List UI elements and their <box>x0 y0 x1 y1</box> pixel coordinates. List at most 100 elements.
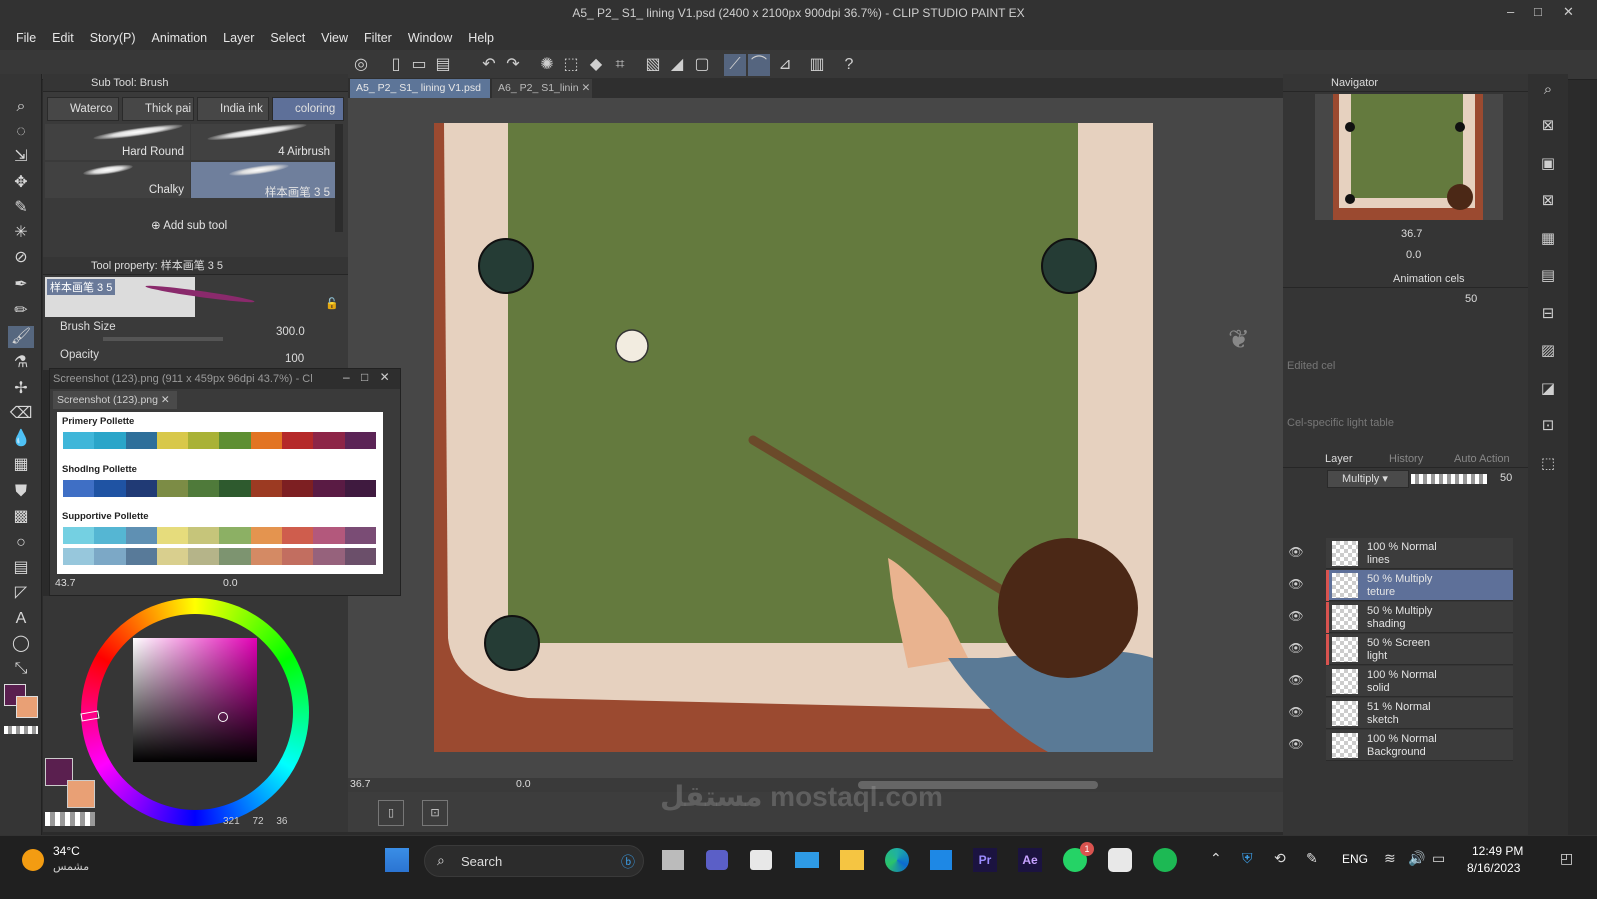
palette-image[interactable]: Primery Pollette Shodlng Pollette Suppor… <box>57 412 383 574</box>
correct-line-icon[interactable]: ⤡ <box>8 658 34 680</box>
after-effects-icon[interactable]: Ae <box>1018 848 1042 872</box>
horizontal-scrollbar[interactable] <box>858 781 1098 789</box>
palette-swatch[interactable] <box>156 548 189 565</box>
palette-swatch[interactable] <box>313 432 345 449</box>
visibility-eye-icon[interactable]: 👁 <box>1287 673 1305 691</box>
preview-toggle-icon[interactable]: ⊡ <box>422 800 448 826</box>
sub-view-minimize-icon[interactable]: – <box>343 370 350 384</box>
edge-icon[interactable] <box>885 848 909 872</box>
material-icon[interactable]: ▣ <box>1536 152 1560 176</box>
palette-row[interactable] <box>63 480 376 497</box>
text-icon[interactable]: A <box>8 608 34 630</box>
tab-auto-action[interactable]: Auto Action <box>1454 450 1510 468</box>
palette-swatch[interactable] <box>219 527 251 544</box>
move-lasso-icon[interactable]: ◌ <box>8 121 34 143</box>
palette-row[interactable] <box>63 527 376 544</box>
sub-view-angle[interactable]: 0.0 <box>223 577 238 589</box>
palette-swatch[interactable] <box>94 548 126 565</box>
sub-view-maximize-icon[interactable]: □ <box>361 370 368 384</box>
palette-swatch[interactable] <box>219 432 251 449</box>
canvas-angle-value[interactable]: 0.0 <box>516 778 531 790</box>
snap-ruler-icon[interactable]: ⟋ <box>724 54 746 76</box>
tab-watercolor[interactable]: Waterco <box>47 97 119 121</box>
approximate-color-icon[interactable]: ⊡ <box>1536 414 1560 438</box>
blend-mode-select[interactable]: Multiply ▾ <box>1327 470 1409 488</box>
canvas-zoom-value[interactable]: 36.7 <box>350 778 370 790</box>
layer-property-icon[interactable]: ⊠ <box>1536 189 1560 213</box>
opacity-value[interactable]: 100 <box>285 353 304 365</box>
lock-icon[interactable]: 🔓 <box>325 297 339 310</box>
selection-fill-icon[interactable]: ◢ <box>666 54 688 76</box>
saturation-value-square[interactable] <box>133 638 257 762</box>
palette-swatch[interactable] <box>188 432 220 449</box>
open-file-icon[interactable]: ▭ <box>408 54 430 76</box>
snap-grid-icon[interactable]: ⊿ <box>774 54 796 76</box>
gradient-icon[interactable]: ▩ <box>8 506 34 528</box>
task-view-icon[interactable] <box>662 850 684 870</box>
item-bank-icon[interactable]: ⬚ <box>1536 452 1560 476</box>
visibility-eye-icon[interactable]: 👁 <box>1287 577 1305 595</box>
visibility-eye-icon[interactable]: 👁 <box>1287 545 1305 563</box>
wifi-icon[interactable]: ≋ <box>1384 850 1396 867</box>
eraser-icon[interactable]: ⌫ <box>8 403 34 425</box>
airbrush-icon[interactable]: ⚗ <box>8 352 34 374</box>
tray-security-icon[interactable]: ⛨ <box>1242 850 1253 867</box>
menu-file[interactable]: File <box>8 31 44 45</box>
palette-swatch[interactable] <box>250 548 283 565</box>
palette-swatch[interactable] <box>313 548 345 565</box>
palette-swatch[interactable] <box>188 480 220 497</box>
navigator-angle[interactable]: 0.0 <box>1406 249 1421 261</box>
hide-selection-icon[interactable]: ▧ <box>642 54 664 76</box>
layer-row[interactable]: 100 % Normal solid <box>1326 666 1513 697</box>
layer-row[interactable]: 50 % Multiply teture <box>1326 570 1513 601</box>
visibility-eye-icon[interactable]: 👁 <box>1287 737 1305 755</box>
new-file-icon[interactable]: ▯ <box>385 54 407 76</box>
palette-swatch[interactable] <box>219 480 251 497</box>
intermediate-color-icon[interactable]: ◪ <box>1536 377 1560 401</box>
store-icon[interactable] <box>750 850 772 870</box>
palette-swatch[interactable] <box>282 432 314 449</box>
palette-swatch[interactable] <box>344 527 376 544</box>
palette-swatch[interactable] <box>313 480 345 497</box>
layer-row[interactable]: 100 % Normal Background <box>1326 730 1513 761</box>
selection-border-icon[interactable]: ▢ <box>691 54 713 76</box>
menu-layer[interactable]: Layer <box>215 31 262 45</box>
transparent-large[interactable] <box>45 812 95 826</box>
add-sub-tool-button[interactable]: ⊕ Add sub tool <box>151 218 227 232</box>
minimize-button[interactable]: – <box>1507 4 1514 19</box>
sub-color-swatch[interactable] <box>16 696 38 718</box>
tab-thick-paint[interactable]: Thick pai <box>122 97 194 121</box>
move-layer-icon[interactable]: ✥ <box>8 172 34 194</box>
palette-swatch[interactable] <box>94 480 126 497</box>
menu-animation[interactable]: Animation <box>144 31 216 45</box>
color-set-icon[interactable]: ▨ <box>1536 339 1560 363</box>
fill-bucket-icon[interactable]: ⛊ <box>8 481 34 503</box>
balloon-icon[interactable]: ◯ <box>8 633 34 655</box>
menu-edit[interactable]: Edit <box>44 31 82 45</box>
pencil-icon[interactable]: ✏ <box>8 300 34 322</box>
tab-layer[interactable]: Layer <box>1325 450 1353 468</box>
palette-swatch[interactable] <box>250 432 283 449</box>
menu-story[interactable]: Story(P) <box>82 31 144 45</box>
file-explorer-icon[interactable] <box>840 850 864 870</box>
undo-icon[interactable]: ↶ <box>478 54 500 76</box>
palette-swatch[interactable] <box>63 527 95 544</box>
palette-swatch[interactable] <box>282 548 314 565</box>
tool-property-icon[interactable]: ▤ <box>1536 264 1560 288</box>
settings-icon[interactable]: ▥ <box>806 54 828 76</box>
navigator-icon[interactable]: ⌕ <box>1536 78 1560 102</box>
palette-swatch[interactable] <box>344 432 376 449</box>
clip-studio-taskbar-icon[interactable] <box>1108 848 1132 872</box>
weather-temp[interactable]: 34°C <box>53 844 80 858</box>
palette-swatch[interactable] <box>156 480 189 497</box>
tab-coloring[interactable]: coloring <box>272 97 344 121</box>
tab-document-a6[interactable]: A6_ P2_ S1_linin ✕ <box>492 79 592 98</box>
menu-filter[interactable]: Filter <box>356 31 400 45</box>
blend-icon[interactable]: 💧 <box>8 428 34 450</box>
palette-row[interactable] <box>63 432 376 449</box>
visibility-eye-icon[interactable]: 👁 <box>1287 641 1305 659</box>
palette-swatch[interactable] <box>282 527 314 544</box>
palette-swatch[interactable] <box>94 527 126 544</box>
sub-view-tab[interactable]: Screenshot (123).png ✕ <box>53 391 177 409</box>
palette-swatch[interactable] <box>63 480 95 497</box>
